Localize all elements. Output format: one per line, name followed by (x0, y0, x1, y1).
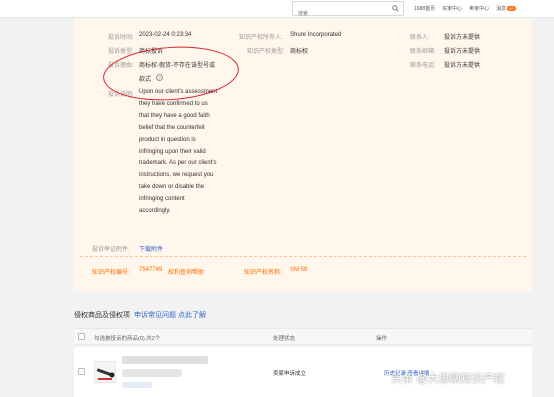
top-bar: 1688首页 买家中心 卖家中心 消息99 (0, 0, 554, 21)
desc-line: infringing content (139, 196, 185, 203)
messages-label: 消息 (496, 6, 507, 12)
email-label: 联系邮箱: (410, 49, 436, 55)
column-goods: 勾选被投诉的商品(0),共2个 (94, 336, 161, 342)
microphone-product-icon (96, 368, 115, 380)
ip-name-label: 知识产权名称: (244, 270, 282, 276)
ip-number-label: 知识产权编号: (92, 270, 130, 276)
contact-label: 联系人: (410, 35, 430, 41)
appeal-faq-link[interactable]: 申诉常见问题 点此了解 (134, 312, 206, 319)
watermark-text: 头条 @大隶聊知识产权 (391, 372, 505, 385)
product-thumbnail[interactable] (94, 361, 116, 383)
desc-line: accordingly. (139, 208, 171, 215)
desc-line: that they have a good faith (139, 112, 210, 119)
ip-type-value: 商标权 (290, 49, 309, 55)
phone-value: 投诉方未提供 (444, 63, 481, 69)
ip-number-value: 7547749 (139, 267, 163, 273)
message-count-badge: 99 (507, 6, 516, 11)
nav-link-1688-home[interactable]: 1688首页 (414, 5, 435, 12)
desc-line: trademark. As per our client's (139, 160, 217, 167)
nav-link-buyer-center[interactable]: 买家中心 (442, 5, 462, 12)
search-icon[interactable] (392, 5, 399, 12)
column-action: 操作 (376, 336, 388, 342)
ip-query-help-link[interactable]: 权利查询帮助 (168, 267, 204, 276)
ip-owner-label: 知识产权所有人: (239, 35, 283, 41)
desc-line: they have confirmed to us (139, 100, 208, 107)
blurred-product-title (122, 356, 208, 364)
select-all-checkbox[interactable] (78, 333, 85, 340)
search-box[interactable] (292, 1, 404, 21)
email-value: 投诉方未提供 (444, 49, 481, 55)
desc-line: infringing upon their valid (139, 148, 206, 155)
phone-label: 联系电话: (410, 63, 436, 69)
goods-section-title: 侵权商品及侵权项 申诉常见问题 点此了解 (74, 310, 206, 320)
divider (80, 256, 526, 257)
contact-value: 投诉方未提供 (444, 35, 481, 41)
desc-line: belief that the counterfeit (139, 124, 205, 131)
blurred-product-link (122, 382, 152, 388)
complaint-time-value: 2023-02-24 0:23:34 (139, 32, 192, 38)
complaint-description: Upon our client's assessment they have c… (139, 87, 229, 218)
goods-section-heading: 侵权商品及侵权项 (74, 312, 130, 319)
blurred-product-title (122, 369, 182, 377)
row-checkbox[interactable] (78, 368, 85, 375)
ip-owner-value: Shure Incorporated (290, 32, 342, 38)
ip-name-value: SM 58 (290, 267, 308, 273)
column-status: 处理状态 (273, 336, 296, 342)
complaint-time-label: 投诉时间: (108, 35, 134, 41)
goods-table-header: 勾选被投诉的商品(0),共2个 处理状态 操作 (74, 328, 532, 345)
ip-type-label: 知识产权类型: (247, 49, 285, 55)
nav-link-messages[interactable]: 消息 99 (496, 5, 516, 12)
processing-status: 卖家申诉成立 (273, 371, 307, 377)
nav-link-seller-center[interactable]: 卖家中心 (469, 5, 489, 12)
evidence-label: 投诉举证附件: (92, 247, 130, 253)
desc-line: take down or disable the (139, 184, 205, 191)
desc-line: instructions, we request you (139, 172, 214, 179)
download-attachment-link[interactable]: 下载附件 (139, 244, 163, 253)
desc-line: product in question is (139, 136, 196, 143)
